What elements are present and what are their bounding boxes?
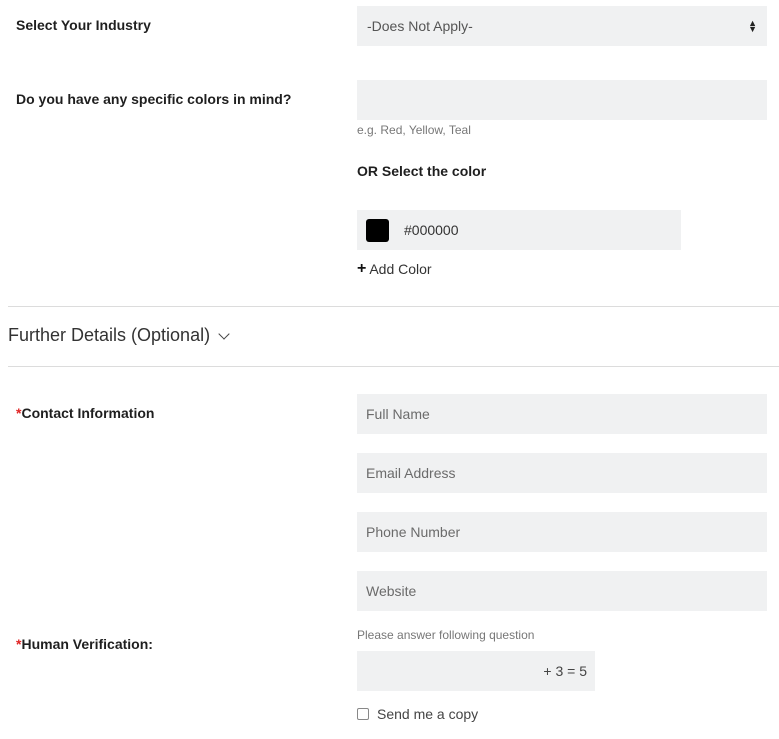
select-caret-icon: ▲ ▼ [748,18,757,34]
add-color-label: Add Color [369,261,432,277]
captcha-field[interactable]: + 3 = 5 [357,651,595,691]
industry-select[interactable]: -Does Not Apply- ▲ ▼ [357,6,767,46]
captcha-question: + 3 = 5 [543,663,587,679]
or-select-color-label: OR Select the color [357,163,487,179]
color-swatch[interactable] [366,218,389,242]
send-copy-row[interactable]: Send me a copy [357,706,478,722]
send-copy-label: Send me a copy [377,706,479,722]
add-color-button[interactable]: + Add Color [357,260,432,278]
chevron-down-icon [218,327,230,340]
colors-help-text: e.g. Red, Yellow, Teal [357,123,471,137]
verification-help-text: Please answer following question [357,628,535,642]
color-hex-value: #000000 [404,222,459,238]
color-picker-field[interactable]: #000000 [357,210,681,250]
verification-label: *Human Verification: [16,636,153,652]
phone-input[interactable] [357,512,767,552]
full-name-input[interactable] [357,394,767,434]
further-details-title: Further Details (Optional) [8,325,211,345]
contact-info-label-text: Contact Information [21,405,155,421]
email-input[interactable] [357,453,767,493]
divider-bottom [8,366,779,367]
further-details-toggle[interactable]: Further Details (Optional) [8,325,230,346]
colors-label: Do you have any specific colors in mind? [16,91,292,107]
send-copy-checkbox[interactable] [357,708,369,720]
contact-info-label: *Contact Information [16,405,154,421]
colors-input[interactable] [357,80,767,120]
industry-selected-value: -Does Not Apply- [367,18,473,34]
plus-icon: + [357,260,367,277]
website-input[interactable] [357,571,767,611]
divider-top [8,306,779,307]
verification-label-text: Human Verification: [21,636,153,652]
industry-label: Select Your Industry [16,17,151,33]
